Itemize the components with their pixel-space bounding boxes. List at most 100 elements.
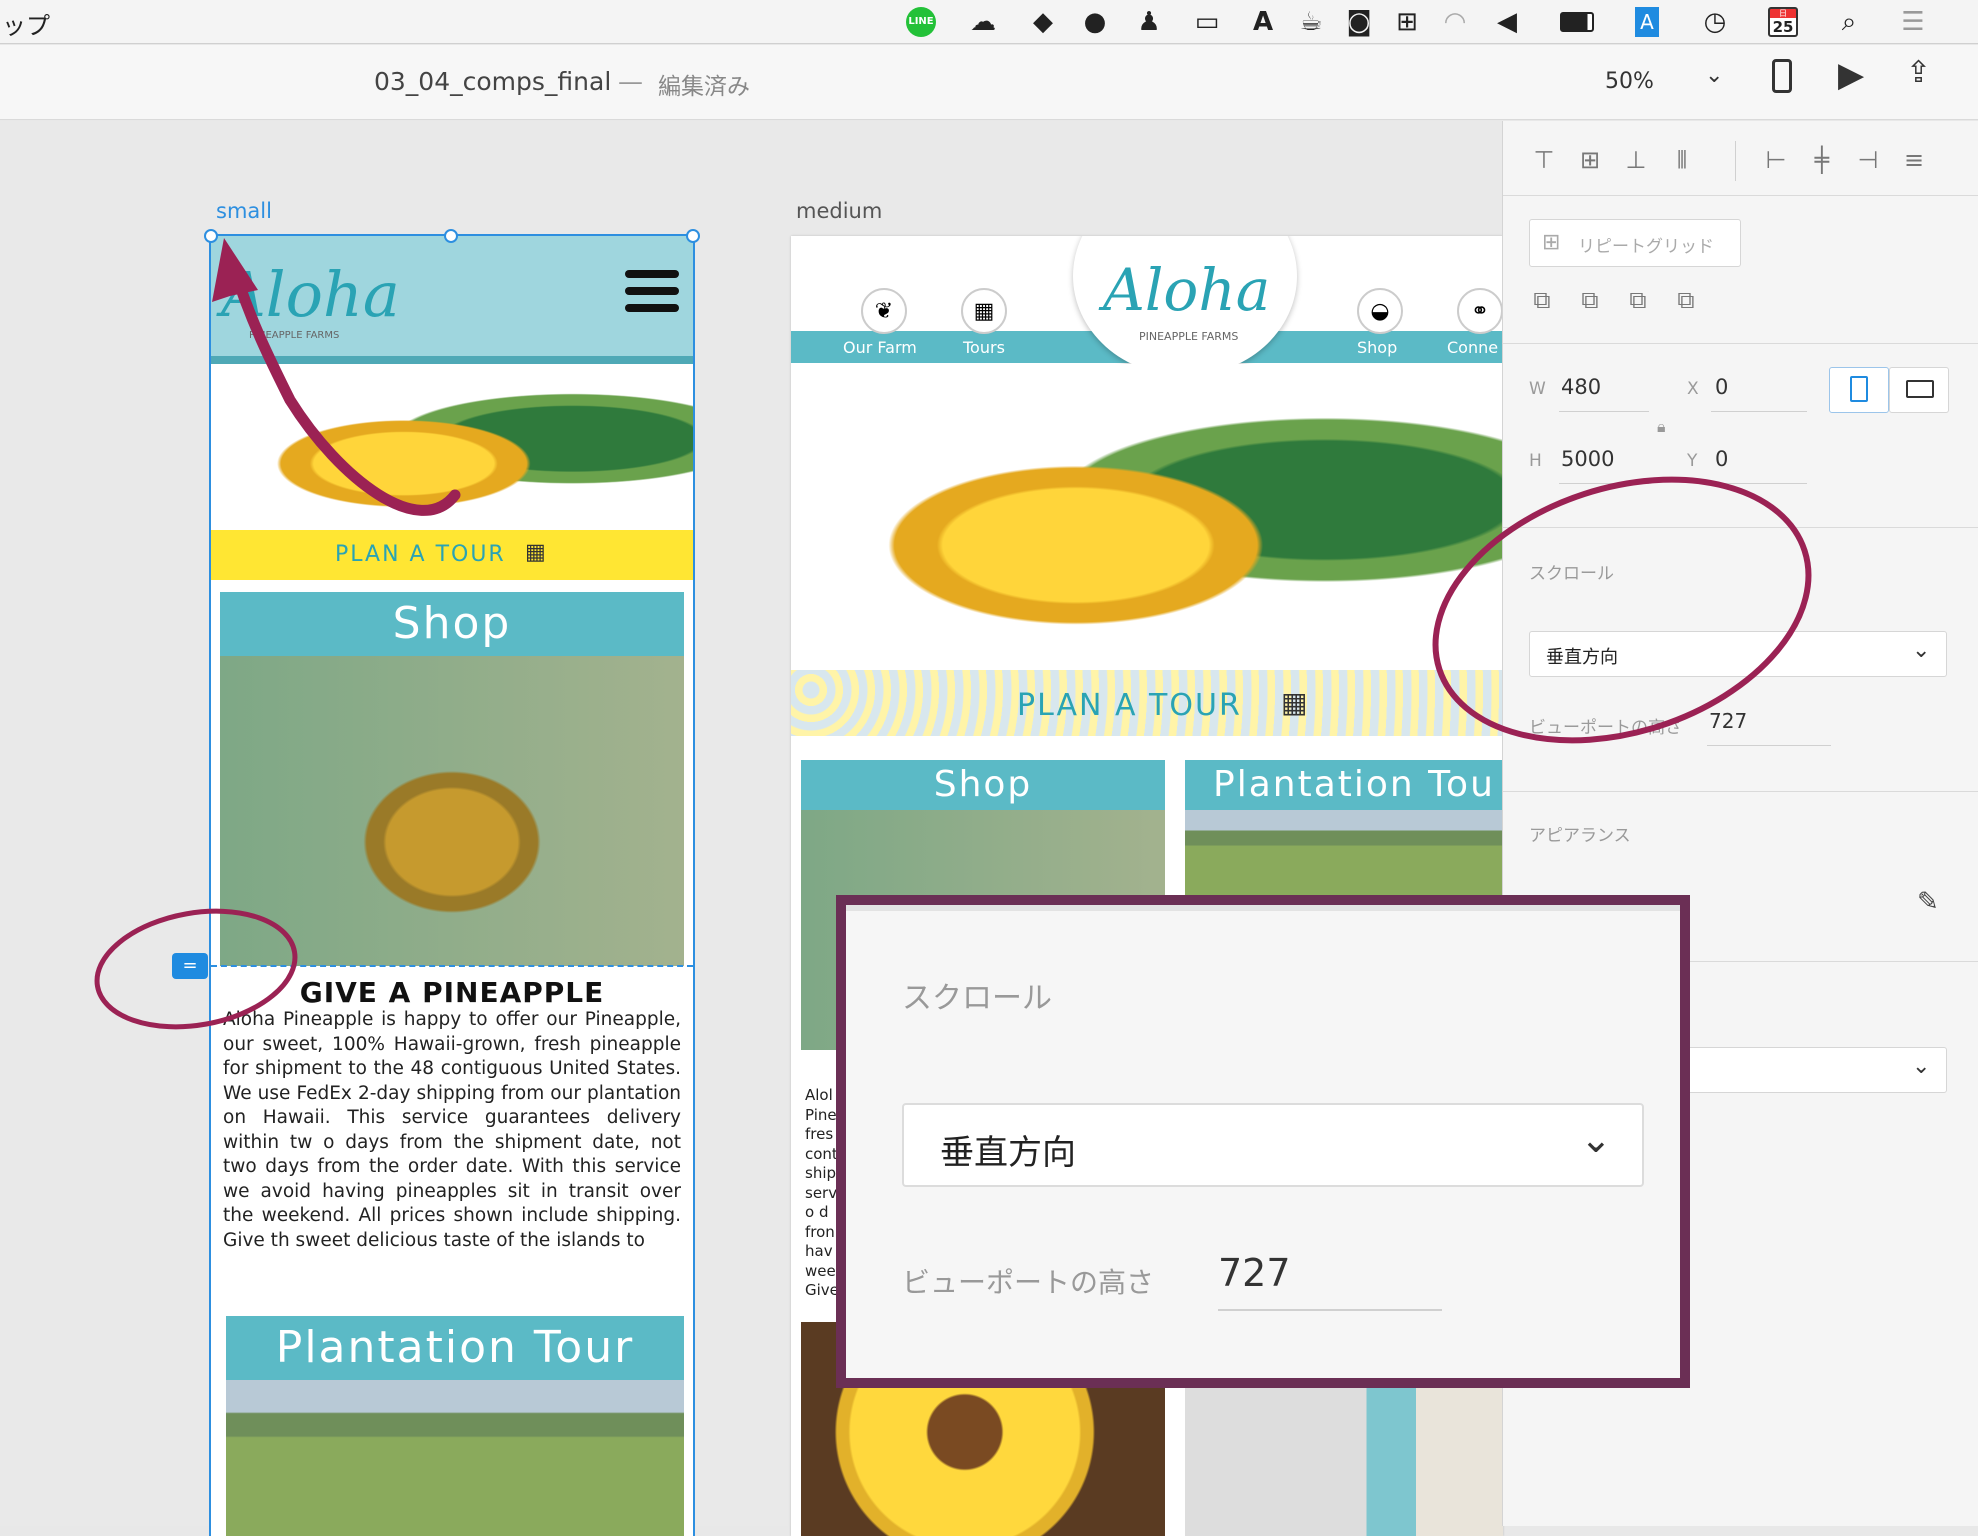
screenshot-icon[interactable]: ◙ [1342, 6, 1376, 38]
scroll-label: スクロール [1529, 564, 1614, 584]
selection-handle[interactable] [686, 229, 700, 243]
portrait-orientation-button[interactable] [1829, 367, 1889, 413]
eyedropper-icon[interactable]: ✎ [1917, 887, 1939, 917]
map-icon: ▦ [525, 540, 546, 565]
camera-video-icon[interactable]: ▭ [1190, 6, 1224, 38]
small-plantation-image [226, 1380, 684, 1536]
list-icon[interactable]: ☰ [1896, 6, 1930, 38]
small-plan-tour-label: PLAN A TOUR [335, 542, 506, 567]
small-shop-image [220, 656, 684, 966]
width-label: W [1529, 379, 1546, 399]
distribute-vertical-icon[interactable]: ⫴ [1665, 143, 1699, 177]
document-title: 03_04_comps_final [374, 67, 612, 96]
landscape-orientation-button[interactable] [1889, 367, 1949, 413]
callout-viewport-value[interactable]: 727 [1218, 1251, 1291, 1295]
appearance-label: アピアランス [1529, 826, 1631, 846]
medium-hero-image [791, 364, 1503, 666]
wifi-icon[interactable]: ◠ [1438, 6, 1472, 38]
train-icon[interactable]: ⊞ [1390, 6, 1424, 38]
app-menu-fragment[interactable]: ップ [2, 6, 50, 41]
tours-map-icon[interactable]: ▦ [961, 288, 1007, 334]
clock-icon[interactable]: ◷ [1698, 6, 1732, 38]
callout-scroll-dropdown[interactable]: 垂直方向 ⌄ [902, 1103, 1644, 1187]
calendar-icon[interactable]: 日 25 [1766, 6, 1800, 38]
callout-viewport-label: ビューポートの高さ [902, 1266, 1155, 1299]
boolean-exclude-icon[interactable]: ⧉ [1669, 283, 1703, 317]
align-bottom-icon[interactable]: ⊥ [1619, 143, 1653, 177]
creative-cloud-icon[interactable]: ☁ [966, 6, 1000, 38]
map-icon: ▦ [1281, 686, 1308, 719]
scroll-dropdown-value: 垂直方向 [1546, 647, 1618, 668]
coffee-icon[interactable]: ☕ [1294, 6, 1328, 38]
artboard-small[interactable]: Aloha PINEAPPLE FARMS PLAN A TOUR ▦ Shop… [209, 234, 695, 1536]
boolean-subtract-icon[interactable]: ⧉ [1573, 283, 1607, 317]
x-value[interactable]: 0 [1715, 375, 1728, 399]
callout-scroll-value: 垂直方向 [940, 1133, 1076, 1173]
small-header: Aloha PINEAPPLE FARMS [211, 236, 693, 356]
zoom-level[interactable]: 50% [1605, 69, 1654, 94]
height-underline [1559, 483, 1649, 484]
circle-icon[interactable]: ● [1078, 6, 1112, 38]
device-preview-icon[interactable] [1772, 59, 1792, 93]
align-middle-icon[interactable]: ⊞ [1573, 143, 1607, 177]
nav-our-farm[interactable]: Our Farm [843, 338, 917, 357]
volume-icon[interactable]: ◀ [1490, 6, 1524, 38]
repeat-grid-button[interactable]: ⊞ リピートグリッド [1529, 219, 1741, 267]
document-toolbar: 03_04_comps_final — 編集済み 50% ⌄ ▶ ⇪ [0, 45, 1978, 120]
selection-handle[interactable] [444, 229, 458, 243]
artboard-label-small[interactable]: small [216, 199, 272, 223]
shop-basket-icon[interactable]: ◒ [1357, 288, 1403, 334]
small-shop-title: Shop [392, 598, 512, 649]
boolean-add-icon[interactable]: ⧉ [1525, 283, 1559, 317]
small-logo-sub: PINEAPPLE FARMS [249, 330, 340, 341]
dropbox-icon[interactable]: ◆ [1026, 6, 1060, 38]
align-left-icon[interactable]: ⊢ [1759, 143, 1793, 177]
play-icon[interactable]: ▶ [1838, 55, 1864, 95]
document-status: 編集済み [658, 74, 750, 100]
battery-icon[interactable] [1560, 6, 1594, 38]
align-right-icon[interactable]: ⊣ [1851, 143, 1885, 177]
viewport-height-marker[interactable] [211, 965, 693, 967]
medium-shop-banner: Shop [801, 760, 1165, 810]
artboard-label-medium[interactable]: medium [796, 199, 882, 223]
viewport-handle-icon[interactable]: = [172, 953, 208, 979]
height-value[interactable]: 5000 [1561, 447, 1614, 471]
selection-handle[interactable] [204, 229, 218, 243]
zoom-chevron-down-icon[interactable]: ⌄ [1705, 63, 1723, 88]
farm-sprout-icon[interactable]: ❦ [861, 288, 907, 334]
medium-plan-tour-bar[interactable]: PLAN A TOUR ▦ [791, 670, 1503, 736]
person-icon[interactable]: ♟ [1132, 6, 1166, 38]
width-value[interactable]: 480 [1561, 375, 1601, 399]
medium-plan-tour-label: PLAN A TOUR [1017, 688, 1242, 723]
callout-scroll-label: スクロール [902, 981, 1052, 1016]
nav-shop[interactable]: Shop [1357, 338, 1397, 357]
boolean-intersect-icon[interactable]: ⧉ [1621, 283, 1655, 317]
hamburger-menu-icon[interactable] [625, 270, 679, 312]
callout-viewport-underline [1218, 1309, 1442, 1311]
panel-divider [1503, 343, 1978, 344]
scroll-dropdown[interactable]: 垂直方向 ⌄ [1529, 631, 1947, 677]
search-icon[interactable]: ⌕ [1832, 6, 1866, 38]
connect-share-icon[interactable]: ⚭ [1457, 288, 1503, 334]
align-top-icon[interactable]: ⊤ [1527, 143, 1561, 177]
lock-aspect-icon[interactable]: 🔒︎ [1657, 417, 1666, 437]
small-give-title: GIVE A PINEAPPLE [299, 976, 605, 1009]
distribute-horizontal-icon[interactable]: ≡ [1897, 143, 1931, 177]
nav-tours[interactable]: Tours [963, 338, 1005, 357]
small-logo: Aloha [221, 258, 400, 331]
text-a-icon[interactable]: A [1630, 6, 1664, 38]
share-icon[interactable]: ⇪ [1906, 55, 1931, 90]
width-underline [1559, 411, 1649, 412]
menu-bar: ップ LINE ☁ ◆ ● ♟ ▭ A ☕ ◙ ⊞ ◠ ◀ A ◷ 日 25 ⌕ … [0, 0, 1978, 44]
medium-plantation-banner: Plantation Tou [1185, 760, 1503, 810]
viewport-height-value[interactable]: 727 [1709, 709, 1747, 733]
calendar-month: 日 [1779, 9, 1787, 18]
nav-connect[interactable]: Conne [1447, 338, 1498, 357]
small-plan-tour-bar[interactable]: PLAN A TOUR ▦ [211, 530, 693, 580]
font-a-icon[interactable]: A [1246, 6, 1280, 38]
line-icon[interactable]: LINE [904, 6, 938, 38]
panel-divider [1503, 195, 1978, 196]
x-underline [1711, 411, 1807, 412]
y-value[interactable]: 0 [1715, 447, 1728, 471]
align-center-icon[interactable]: ╪ [1805, 143, 1839, 177]
